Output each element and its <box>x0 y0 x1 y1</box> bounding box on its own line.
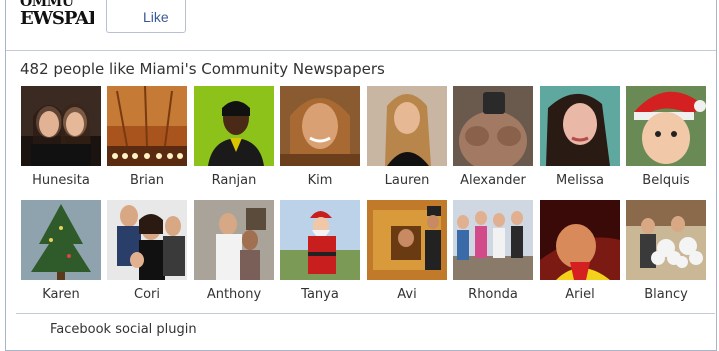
fan-item[interactable]: Hunesita <box>21 86 101 196</box>
fan-item[interactable]: Blancy <box>626 200 706 310</box>
fan-avatar[interactable] <box>21 86 101 166</box>
fan-item[interactable]: Cori <box>107 200 187 310</box>
fan-name[interactable]: Rhonda <box>445 287 541 302</box>
fan-avatar[interactable] <box>453 86 533 166</box>
fan-item[interactable]: Karen <box>21 200 101 310</box>
right-border <box>716 0 717 351</box>
fan-name[interactable]: Tanya <box>272 287 368 302</box>
page-logo[interactable]: OMMU EWSPAI <box>20 0 94 32</box>
likes-count-title: 482 people like Miami's Community Newspa… <box>20 60 385 78</box>
fan-name[interactable]: Avi <box>359 287 455 302</box>
fan-item[interactable]: Rhonda <box>453 200 533 310</box>
fan-name[interactable]: Melissa <box>532 173 628 188</box>
fan-grid: Hunesita Brian Ranjan Kim Lauren Alexand… <box>21 86 711 306</box>
fan-avatar[interactable] <box>107 86 187 166</box>
fan-avatar[interactable] <box>107 200 187 280</box>
fan-item[interactable]: Avi <box>367 200 447 310</box>
fan-name[interactable]: Ranjan <box>186 173 282 188</box>
like-box-widget: OMMU EWSPAI Like 482 people like Miami's… <box>0 0 719 351</box>
social-plugin-link[interactable]: Facebook social plugin <box>50 322 197 337</box>
fan-item[interactable]: Ranjan <box>194 86 274 196</box>
fan-avatar[interactable] <box>367 200 447 280</box>
fan-avatar[interactable] <box>21 200 101 280</box>
fan-item[interactable]: Kim <box>280 86 360 196</box>
fan-item[interactable]: Tanya <box>280 200 360 310</box>
footer-divider <box>16 313 715 314</box>
fan-name[interactable]: Ariel <box>532 287 628 302</box>
fan-avatar[interactable] <box>280 200 360 280</box>
like-button[interactable]: Like <box>106 0 186 33</box>
fan-item[interactable]: Melissa <box>540 86 620 196</box>
logo-text-bottom: EWSPAI <box>20 8 94 29</box>
fan-item[interactable]: Lauren <box>367 86 447 196</box>
fan-name[interactable]: Belquis <box>618 173 714 188</box>
fan-name[interactable]: Brian <box>99 173 195 188</box>
fan-name[interactable]: Lauren <box>359 173 455 188</box>
fan-avatar[interactable] <box>626 200 706 280</box>
left-border <box>5 0 6 351</box>
fan-name[interactable]: Alexander <box>445 173 541 188</box>
fan-name[interactable]: Cori <box>99 287 195 302</box>
like-box-header: OMMU EWSPAI Like <box>6 0 716 51</box>
fan-avatar[interactable] <box>626 86 706 166</box>
fan-avatar[interactable] <box>540 200 620 280</box>
fan-avatar[interactable] <box>540 86 620 166</box>
fan-item[interactable]: Ariel <box>540 200 620 310</box>
fan-item[interactable]: Alexander <box>453 86 533 196</box>
fan-name[interactable]: Karen <box>13 287 109 302</box>
fan-item[interactable]: Anthony <box>194 200 274 310</box>
fan-name[interactable]: Kim <box>272 173 368 188</box>
fan-avatar[interactable] <box>453 200 533 280</box>
fan-avatar[interactable] <box>194 200 274 280</box>
fan-avatar[interactable] <box>194 86 274 166</box>
fan-name[interactable]: Anthony <box>186 287 282 302</box>
like-button-label: Like <box>143 9 169 25</box>
fan-name[interactable]: Hunesita <box>13 173 109 188</box>
fan-item[interactable]: Brian <box>107 86 187 196</box>
fan-name[interactable]: Blancy <box>618 287 714 302</box>
fan-item[interactable]: Belquis <box>626 86 706 196</box>
fan-avatar[interactable] <box>367 86 447 166</box>
fan-avatar[interactable] <box>280 86 360 166</box>
